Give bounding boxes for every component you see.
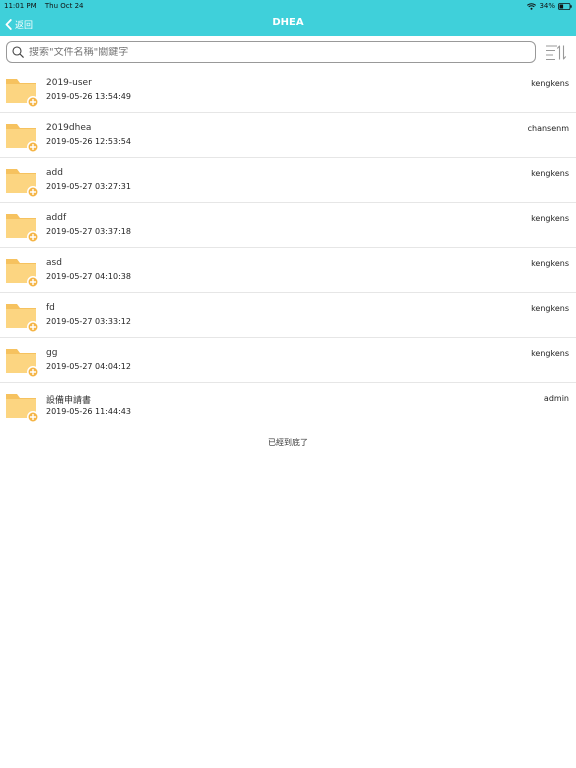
file-name: 2019-user [46, 78, 92, 88]
file-item-2[interactable]: add 2019-05-27 03:27:31 kengkens [0, 158, 576, 203]
file-owner: kengkens [531, 79, 569, 88]
battery-icon [558, 2, 572, 10]
search-row [0, 36, 576, 70]
file-item-1[interactable]: 2019dhea 2019-05-26 12:53:54 chansenm [0, 113, 576, 158]
file-owner: kengkens [531, 214, 569, 223]
folder-add-icon [6, 214, 39, 243]
file-date: 2019-05-26 12:53:54 [46, 137, 131, 146]
file-name: 2019dhea [46, 123, 92, 133]
file-item-6[interactable]: gg 2019-05-27 04:04:12 kengkens [0, 338, 576, 383]
file-owner: kengkens [531, 349, 569, 358]
file-date: 2019-05-27 03:27:31 [46, 182, 131, 191]
file-item-7[interactable]: 設備申請書 2019-05-26 11:44:43 admin [0, 383, 576, 428]
folder-add-icon [6, 259, 39, 288]
sort-icon[interactable] [545, 44, 567, 61]
file-date: 2019-05-27 04:10:38 [46, 272, 131, 281]
folder-add-icon [6, 124, 39, 153]
list-end-text: 已經到底了 [268, 438, 308, 447]
file-item-3[interactable]: addf 2019-05-27 03:37:18 kengkens [0, 203, 576, 248]
file-name: gg [46, 348, 58, 358]
status-bar: 11:01 PM Thu Oct 24 34% [0, 0, 576, 12]
file-date: 2019-05-27 04:04:12 [46, 362, 131, 371]
folder-add-icon [6, 394, 39, 423]
page-title: DHEA [272, 17, 304, 28]
file-owner: kengkens [531, 169, 569, 178]
status-time: 11:01 PM [4, 2, 37, 10]
file-date: 2019-05-26 13:54:49 [46, 92, 131, 101]
file-date: 2019-05-27 03:37:18 [46, 227, 131, 236]
file-name: add [46, 168, 63, 178]
file-owner: kengkens [531, 304, 569, 313]
battery-percent: 34% [539, 2, 555, 10]
file-date: 2019-05-26 11:44:43 [46, 407, 131, 416]
file-owner: chansenm [527, 124, 569, 133]
file-date: 2019-05-27 03:33:12 [46, 317, 131, 326]
folder-add-icon [6, 349, 39, 378]
file-owner: admin [543, 394, 569, 403]
nav-bar: 返回 DHEA [0, 12, 576, 36]
file-owner: kengkens [531, 259, 569, 268]
file-name: 設備申請書 [46, 396, 92, 406]
search-icon [12, 46, 24, 58]
folder-add-icon [6, 304, 39, 333]
file-item-4[interactable]: asd 2019-05-27 04:10:38 kengkens [0, 248, 576, 293]
search-input[interactable] [29, 46, 509, 58]
wifi-icon [527, 2, 537, 10]
file-name: addf [46, 213, 67, 223]
file-item-5[interactable]: fd 2019-05-27 03:33:12 kengkens [0, 293, 576, 338]
file-item-0[interactable]: 2019-user 2019-05-26 13:54:49 kengkens [0, 68, 576, 113]
status-date: Thu Oct 24 [44, 2, 84, 10]
folder-add-icon [6, 79, 39, 108]
file-list: 2019-user 2019-05-26 13:54:49 kengkens 2… [0, 68, 576, 428]
search-box[interactable] [6, 41, 536, 63]
file-name: fd [46, 303, 55, 313]
folder-add-icon [6, 169, 39, 198]
file-name: asd [46, 258, 62, 268]
